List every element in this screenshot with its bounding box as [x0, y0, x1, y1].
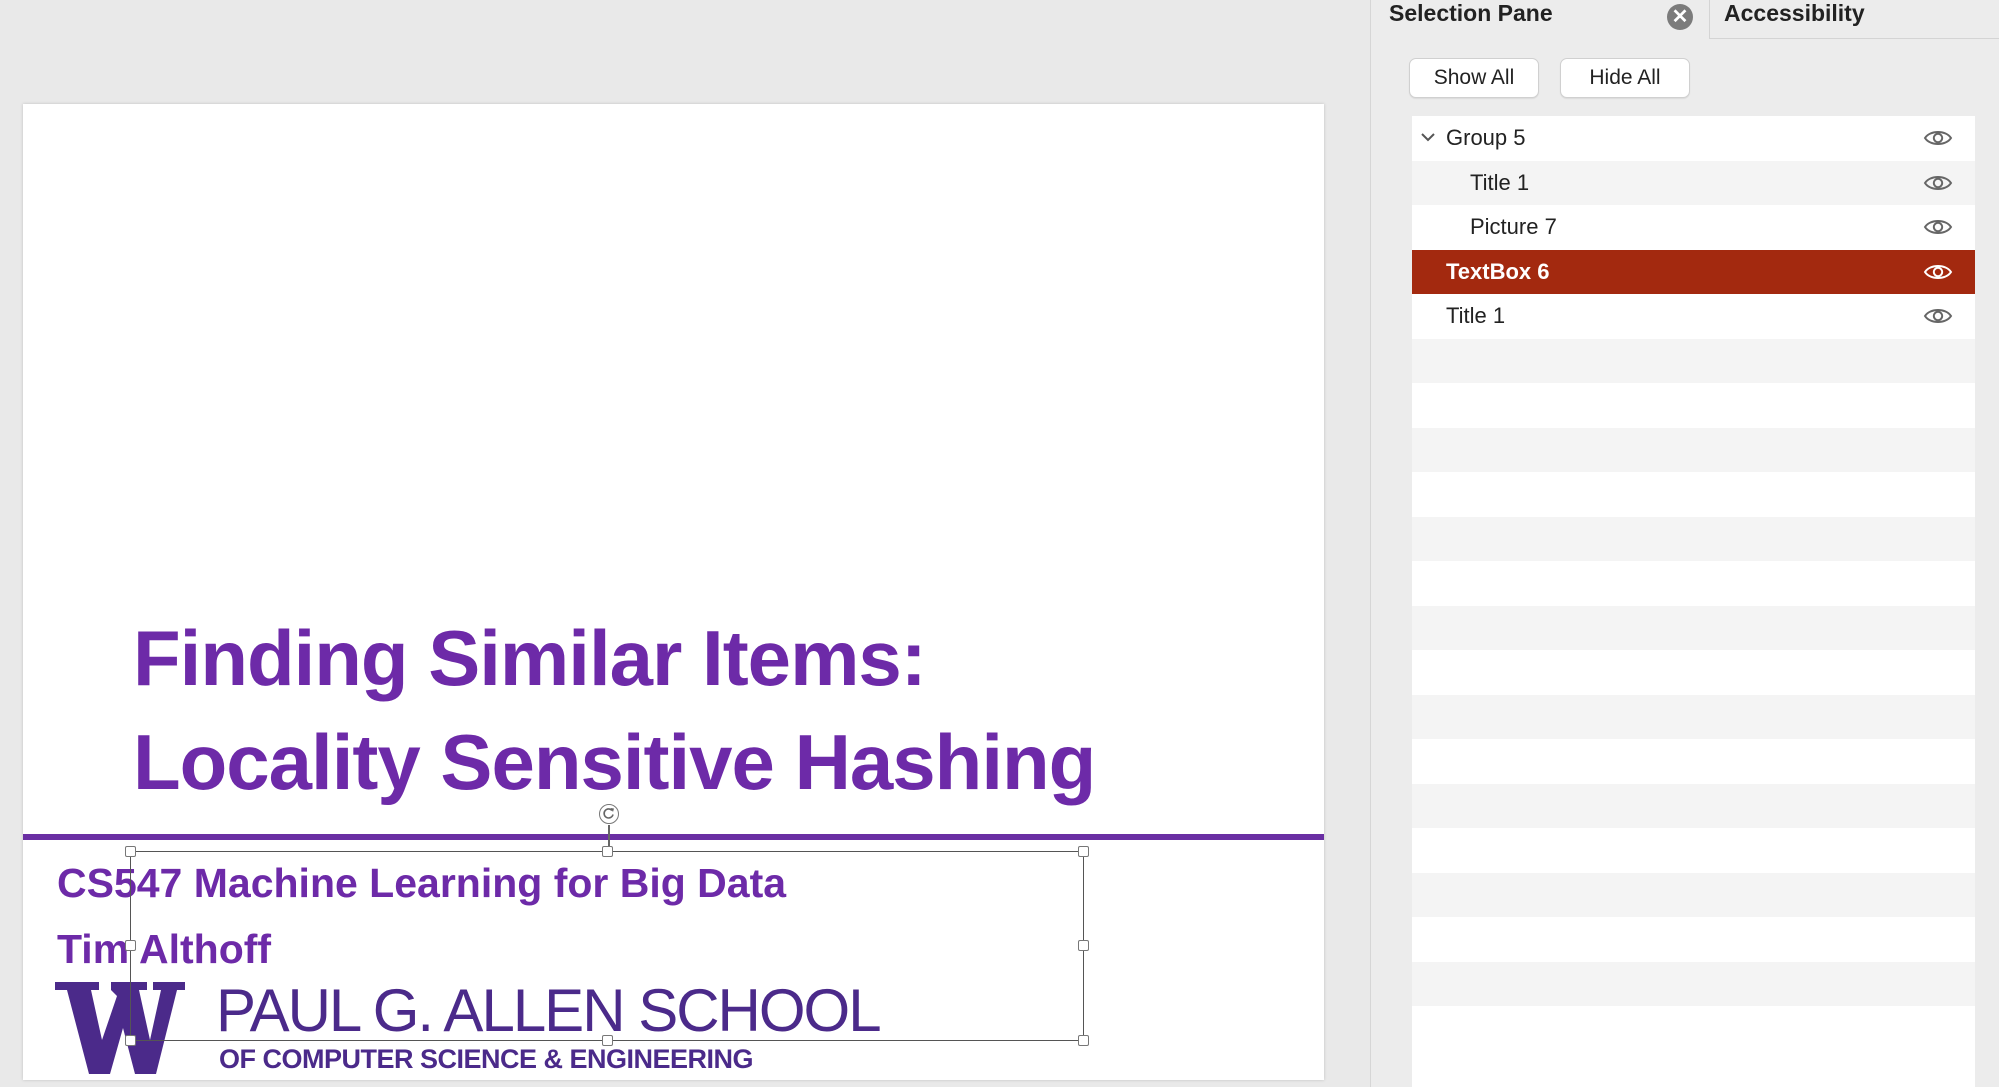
visibility-eye-icon[interactable]	[1923, 261, 1953, 283]
list-item-label: Title 1	[1446, 303, 1506, 328]
resize-handle-bottom-right[interactable]	[1078, 1035, 1089, 1046]
empty-list-row	[1412, 828, 1975, 873]
selected-textbox-frame[interactable]	[130, 851, 1084, 1041]
visibility-eye-icon[interactable]	[1923, 305, 1953, 327]
empty-list-row	[1412, 739, 1975, 784]
selection-list: Group 5 Title 1 Picture 7 TextBox 6 Title 1	[1412, 116, 1975, 1087]
empty-list-row	[1412, 338, 1975, 383]
list-item[interactable]: Title 1	[1412, 294, 1975, 339]
resize-handle-top-right[interactable]	[1078, 846, 1089, 857]
resize-handle-left[interactable]	[125, 940, 136, 951]
chevron-down-icon[interactable]	[1420, 129, 1436, 145]
list-item-label: TextBox 6	[1446, 258, 1550, 284]
empty-list-row	[1412, 605, 1975, 650]
resize-handle-bottom-left[interactable]	[125, 1035, 136, 1046]
slide-title[interactable]: Finding Similar Items: Locality Sensitiv…	[133, 606, 1293, 814]
empty-list-row	[1412, 383, 1975, 428]
resize-handle-bottom[interactable]	[602, 1035, 613, 1046]
close-icon[interactable]: ✕	[1667, 4, 1693, 30]
empty-list-row	[1412, 1006, 1975, 1051]
school-subtitle: OF COMPUTER SCIENCE & ENGINEERING	[219, 1044, 754, 1074]
empty-list-row	[1412, 961, 1975, 1006]
empty-list-row	[1412, 561, 1975, 606]
selection-pane: Selection Pane ✕ Accessibility Show All …	[1370, 0, 1999, 1087]
empty-list-row	[1412, 872, 1975, 917]
empty-list-row	[1412, 694, 1975, 739]
slide-canvas[interactable]: Finding Similar Items: Locality Sensitiv…	[23, 104, 1324, 1080]
list-item-label: Group 5	[1446, 125, 1526, 150]
visibility-eye-icon[interactable]	[1923, 127, 1953, 149]
slide-title-line2: Locality Sensitive Hashing	[133, 718, 1096, 806]
resize-handle-top-left[interactable]	[125, 846, 136, 857]
title-divider	[23, 834, 1324, 840]
empty-list-row	[1412, 783, 1975, 828]
list-item[interactable]: Group 5	[1412, 116, 1975, 161]
visibility-eye-icon[interactable]	[1923, 172, 1953, 194]
empty-list-row	[1412, 427, 1975, 472]
resize-handle-top[interactable]	[602, 846, 613, 857]
tab-accessibility[interactable]: Accessibility	[1709, 0, 1999, 39]
visibility-eye-icon[interactable]	[1923, 216, 1953, 238]
slide-editor: Finding Similar Items: Locality Sensitiv…	[0, 0, 1370, 1087]
tab-accessibility-label: Accessibility	[1724, 0, 1865, 26]
list-item[interactable]: Picture 7	[1412, 205, 1975, 250]
list-item[interactable]: TextBox 6	[1412, 249, 1975, 294]
rotate-handle[interactable]	[599, 804, 619, 824]
empty-list-row	[1412, 650, 1975, 695]
list-item-label: Picture 7	[1470, 214, 1557, 239]
show-all-button[interactable]: Show All	[1409, 58, 1539, 98]
empty-list-row	[1412, 516, 1975, 561]
list-item[interactable]: Title 1	[1412, 160, 1975, 205]
resize-handle-right[interactable]	[1078, 940, 1089, 951]
slide-title-line1: Finding Similar Items:	[133, 614, 927, 702]
tab-selection-pane[interactable]: Selection Pane	[1389, 0, 1553, 27]
hide-all-button[interactable]: Hide All	[1560, 58, 1690, 98]
rotate-icon	[603, 808, 614, 819]
empty-list-row	[1412, 472, 1975, 517]
empty-list-row	[1412, 917, 1975, 962]
list-item-label: Title 1	[1470, 169, 1530, 195]
